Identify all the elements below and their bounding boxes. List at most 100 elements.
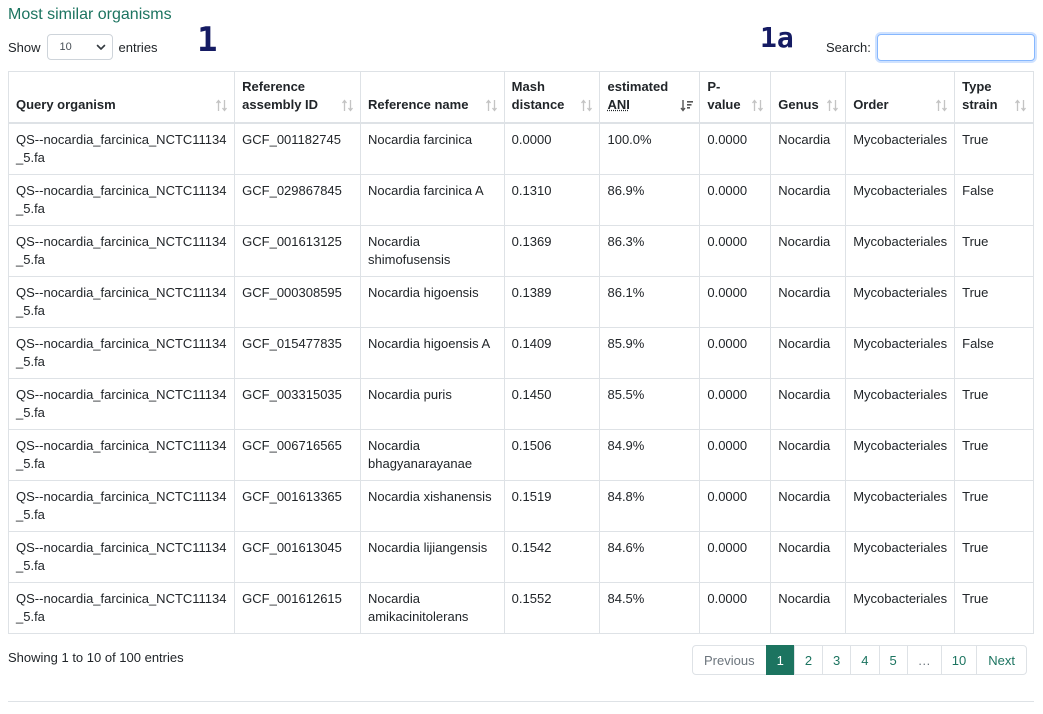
- cell-type-strain: False: [954, 327, 1034, 379]
- entries-length-control: Show 10 entries: [8, 34, 158, 60]
- cell-reference-assembly-id: GCF_001613125: [234, 225, 361, 277]
- page-button-2[interactable]: 2: [793, 645, 824, 675]
- cell-p-value: 0.0000: [699, 378, 772, 430]
- cell-genus: Nocardia: [770, 225, 847, 277]
- cell-genus: Nocardia: [770, 378, 847, 430]
- column-header-reference-name[interactable]: Reference name: [360, 71, 505, 124]
- column-header-label: P-value: [707, 79, 741, 112]
- cell-genus: Nocardia: [770, 531, 847, 583]
- cell-type-strain: True: [954, 122, 1034, 175]
- cell-reference-assembly-id: GCF_003315035: [234, 378, 361, 430]
- cell-reference-name: Nocardia bhagyanarayanae: [360, 429, 505, 481]
- column-header-mash-distance[interactable]: Mash distance: [503, 71, 601, 124]
- cell-order: Mycobacteriales: [845, 276, 956, 328]
- sort-both-icon: [581, 99, 593, 112]
- cell-genus: Nocardia: [770, 276, 847, 328]
- table-header-row: Query organism Reference assembly ID Refer…: [7, 71, 1034, 124]
- cell-genus: Nocardia: [770, 429, 847, 481]
- cell-type-strain: True: [954, 531, 1034, 583]
- cell-mash-distance: 0.0000: [503, 122, 601, 175]
- cell-type-strain: True: [954, 378, 1034, 430]
- page-button-10[interactable]: 10: [940, 645, 978, 675]
- column-header-label: Order: [853, 97, 889, 112]
- cell-p-value: 0.0000: [699, 582, 772, 634]
- cell-reference-assembly-id: GCF_001613365: [234, 480, 361, 532]
- divider: [8, 701, 1034, 702]
- cell-reference-name: Nocardia lijiangensis: [360, 531, 505, 583]
- column-header-label: Genus: [778, 97, 819, 112]
- cell-p-value: 0.0000: [699, 531, 772, 583]
- cell-type-strain: True: [954, 480, 1034, 532]
- cell-estimated-ani: 84.5%: [599, 582, 701, 634]
- similar-organisms-table: Query organism Reference assembly ID Refer…: [7, 71, 1034, 634]
- cell-reference-name: Nocardia farcinica A: [360, 174, 505, 226]
- cell-p-value: 0.0000: [699, 276, 772, 328]
- page-button-4[interactable]: 4: [850, 645, 880, 675]
- column-header-query-organism[interactable]: Query organism: [7, 71, 236, 124]
- cell-reference-assembly-id: GCF_001612615: [234, 582, 361, 634]
- search-control: Search:: [826, 34, 1035, 61]
- annotation-label-1: 1: [197, 20, 218, 60]
- cell-reference-name: Nocardia farcinica: [360, 122, 505, 175]
- cell-reference-name: Nocardia shimofusensis: [360, 225, 505, 277]
- cell-genus: Nocardia: [770, 174, 847, 226]
- cell-p-value: 0.0000: [699, 327, 772, 379]
- cell-reference-assembly-id: GCF_006716565: [234, 429, 361, 481]
- page-button-3[interactable]: 3: [822, 645, 852, 675]
- page-button-1[interactable]: 1: [765, 645, 795, 675]
- column-header-abbr: ANI: [607, 97, 630, 112]
- sort-both-icon: [936, 99, 948, 112]
- cell-order: Mycobacteriales: [845, 480, 956, 532]
- sort-both-icon: [216, 99, 228, 112]
- column-header-order[interactable]: Order: [845, 71, 956, 124]
- previous-page-button[interactable]: Previous: [692, 645, 767, 675]
- cell-reference-name: Nocardia higoensis A: [360, 327, 505, 379]
- cell-mash-distance: 0.1542: [503, 531, 601, 583]
- search-input[interactable]: [876, 34, 1035, 61]
- column-header-reference-assembly-id[interactable]: Reference assembly ID: [234, 71, 361, 124]
- cell-genus: Nocardia: [770, 122, 847, 175]
- entries-per-page-select[interactable]: 10: [46, 34, 113, 60]
- cell-estimated-ani: 86.1%: [599, 276, 701, 328]
- next-page-button[interactable]: Next: [976, 645, 1027, 675]
- sort-both-icon: [752, 99, 764, 112]
- cell-reference-assembly-id: GCF_015477835: [234, 327, 361, 379]
- cell-reference-assembly-id: GCF_001613045: [234, 531, 361, 583]
- column-header-p-value[interactable]: P-value: [699, 71, 772, 124]
- column-header-label: Query organism: [16, 97, 116, 112]
- column-header-type-strain[interactable]: Type strain: [954, 71, 1034, 124]
- page-button-5[interactable]: 5: [878, 645, 908, 675]
- cell-query-organism: QS--nocardia_farcinica_NCTC11134_5.fa: [7, 429, 236, 481]
- cell-estimated-ani: 86.9%: [599, 174, 701, 226]
- cell-reference-name: Nocardia xishanensis: [360, 480, 505, 532]
- cell-query-organism: QS--nocardia_farcinica_NCTC11134_5.fa: [7, 480, 236, 532]
- cell-query-organism: QS--nocardia_farcinica_NCTC11134_5.fa: [7, 225, 236, 277]
- search-label: Search:: [826, 40, 871, 55]
- cell-estimated-ani: 84.8%: [599, 480, 701, 532]
- cell-estimated-ani: 85.5%: [599, 378, 701, 430]
- length-suffix-label: entries: [118, 39, 158, 55]
- table-row: QS--nocardia_farcinica_NCTC11134_5.fa GCF…: [7, 225, 1034, 277]
- cell-genus: Nocardia: [770, 480, 847, 532]
- cell-query-organism: QS--nocardia_farcinica_NCTC11134_5.fa: [7, 174, 236, 226]
- column-header-genus[interactable]: Genus: [770, 71, 847, 124]
- cell-query-organism: QS--nocardia_farcinica_NCTC11134_5.fa: [7, 327, 236, 379]
- cell-mash-distance: 0.1409: [503, 327, 601, 379]
- column-header-label: estimated: [607, 79, 669, 94]
- table-row: QS--nocardia_farcinica_NCTC11134_5.fa GCF…: [7, 531, 1034, 583]
- column-header-estimated-ani[interactable]: estimated ANI: [599, 71, 701, 124]
- cell-estimated-ani: 84.9%: [599, 429, 701, 481]
- cell-order: Mycobacteriales: [845, 174, 956, 226]
- cell-query-organism: QS--nocardia_farcinica_NCTC11134_5.fa: [7, 582, 236, 634]
- annotation-label-1a: 1a: [760, 21, 794, 54]
- cell-order: Mycobacteriales: [845, 531, 956, 583]
- section-title: Most similar organisms: [8, 6, 172, 23]
- cell-order: Mycobacteriales: [845, 429, 956, 481]
- sort-both-icon: [1014, 99, 1027, 112]
- column-header-label: Mash distance: [511, 79, 565, 112]
- cell-p-value: 0.0000: [699, 225, 772, 277]
- sort-both-icon: [827, 99, 839, 112]
- cell-mash-distance: 0.1389: [503, 276, 601, 328]
- cell-order: Mycobacteriales: [845, 378, 956, 430]
- cell-reference-assembly-id: GCF_029867845: [234, 174, 361, 226]
